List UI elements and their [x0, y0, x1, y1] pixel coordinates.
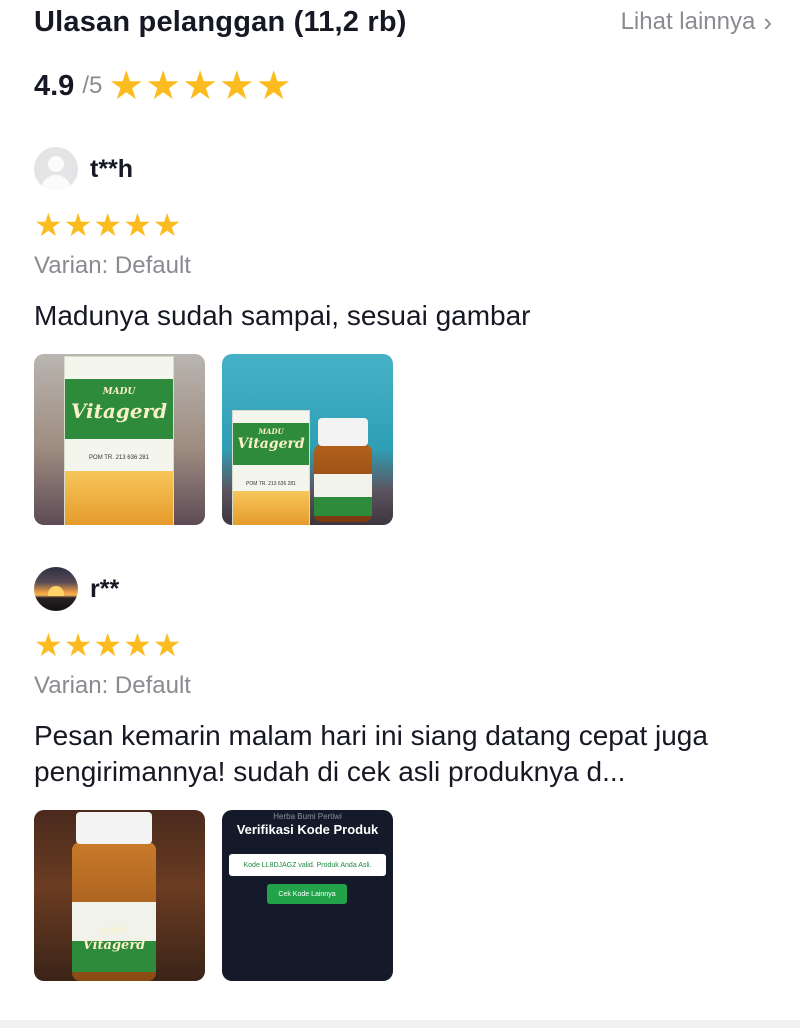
review-photo[interactable]: MADU Vitagerd POM TR. 213 636 281 [222, 354, 393, 525]
sunset-avatar-icon [34, 567, 78, 611]
review-stars: ★ ★ ★ ★ ★ [34, 206, 772, 244]
verification-message: Kode LL8DJAGZ valid. Produk Anda Asli. [229, 854, 386, 876]
review-photo[interactable]: Herba Bumi Pertiwi Verifikasi Kode Produ… [222, 810, 393, 981]
reviewer-name: r** [90, 574, 120, 603]
star-icon: ★ [63, 627, 93, 663]
reviewer-name: t**h [90, 154, 134, 183]
reviews-header: Ulasan pelanggan (11,2 rb) Lihat lainnya… [34, 0, 772, 44]
review-variant: Varian: Default [34, 672, 191, 699]
star-icon: ★ [34, 207, 63, 243]
review-user: t**h [34, 146, 772, 192]
star-icon: ★ [152, 627, 182, 663]
review-photo[interactable]: Vitagerd MADU [34, 810, 205, 981]
review-photo[interactable]: MADU Vitagerd POM TR. 213 636 281 [34, 354, 205, 525]
verification-title: Verifikasi Kode Produk [236, 822, 379, 837]
star-icon: ★ [182, 64, 218, 108]
review-stars: ★ ★ ★ ★ ★ [34, 626, 772, 664]
reviews-title: Ulasan pelanggan (11,2 rb) [34, 5, 407, 38]
average-score: 4.9 [34, 69, 75, 102]
star-icon: ★ [34, 627, 63, 663]
verification-button: Cek Kode Lainnya [267, 884, 347, 904]
star-icon: ★ [63, 207, 93, 243]
review-item: r** ★ ★ ★ ★ ★ Varian: Default Pesan kemarin … [34, 566, 772, 981]
star-icon: ★ [123, 627, 152, 663]
star-icon: ★ [145, 64, 182, 108]
review-text: Madunya sudah sampai, sesuai gambar [34, 300, 531, 331]
score-out-of: /5 [82, 72, 103, 99]
summary-stars: ★★★★★ [108, 66, 292, 106]
star-icon: ★ [93, 627, 123, 663]
rating-summary: 4.9 /5 ★★★★★ [34, 64, 293, 108]
verification-brand: Herba Bumi Pertiwi [273, 812, 342, 821]
see-more-label: Lihat lainnya [620, 8, 756, 35]
review-item: t**h ★ ★ ★ ★ ★ Varian: Default Madunya sudah… [34, 146, 772, 525]
star-icon: ★ [152, 207, 182, 243]
star-icon: ★ [108, 64, 145, 108]
star-icon: ★ [218, 64, 255, 108]
star-icon: ★ [93, 207, 123, 243]
star-icon: ★ [255, 64, 292, 108]
review-text: Pesan kemarin malam hari ini siang datan… [34, 720, 708, 787]
review-variant: Varian: Default [34, 252, 191, 279]
star-icon: ★ [123, 207, 152, 243]
review-photos: Vitagerd MADU Herba Bumi Pertiwi Verifik… [34, 810, 772, 981]
default-avatar-icon [34, 147, 78, 191]
review-user: r** [34, 566, 772, 612]
review-photos: MADU Vitagerd POM TR. 213 636 281 MADU V… [34, 354, 772, 525]
see-more-link[interactable]: Lihat lainnya › [621, 8, 772, 36]
bottom-divider [0, 1020, 800, 1028]
chevron-right-icon: › [763, 7, 772, 37]
